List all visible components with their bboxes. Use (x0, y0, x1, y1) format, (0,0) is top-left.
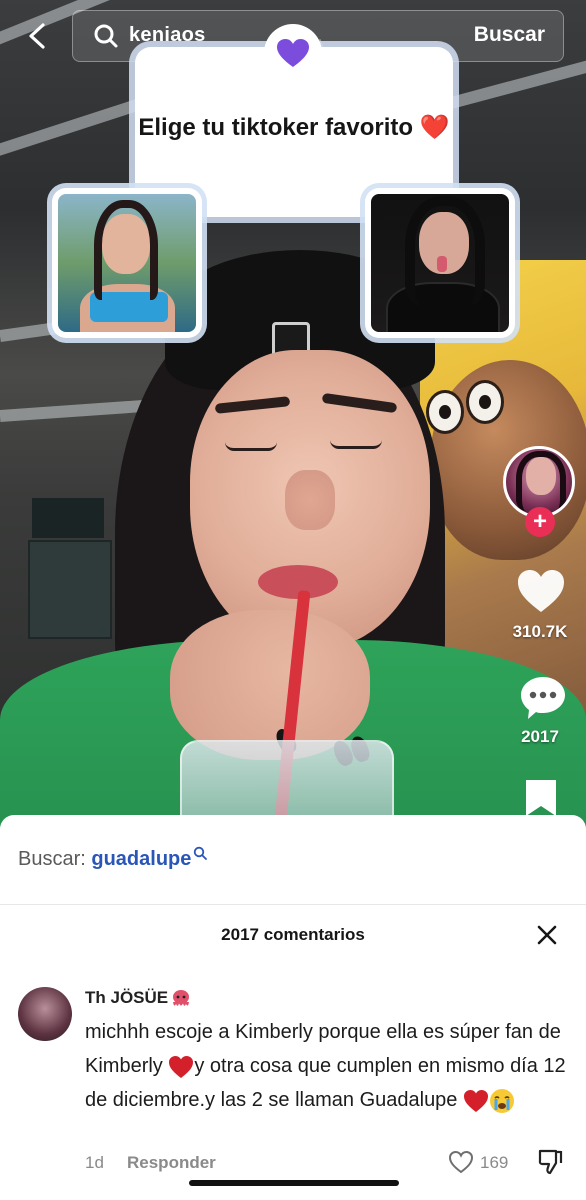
arcade-machine-top (32, 498, 104, 538)
home-indicator (189, 1180, 399, 1186)
commenter-name: Th JÖSÜE (85, 988, 169, 1007)
heart-icon[interactable] (516, 568, 566, 614)
red-heart-emoji-icon (464, 1089, 488, 1112)
poll-option-right[interactable] (365, 188, 515, 338)
poll-title: Elige tu tiktoker favorito ❤️ (138, 114, 450, 141)
poll-option-left[interactable] (52, 188, 202, 338)
commenter-avatar[interactable] (18, 987, 72, 1041)
ceiling-beam (438, 58, 586, 112)
closed-eye (225, 442, 277, 451)
comment-time: 1d (85, 1153, 104, 1172)
divider (0, 904, 586, 905)
chevron-left-icon (29, 23, 45, 49)
bookmark-icon[interactable] (522, 778, 560, 818)
person-nose (285, 470, 335, 530)
thumbs-down-icon[interactable] (537, 1148, 563, 1176)
reply-button[interactable]: Responder (127, 1153, 216, 1173)
follow-button[interactable]: + (525, 507, 555, 537)
comments-title: 2017 comentarios (221, 925, 365, 944)
comments-sheet: Buscar: guadalupe 2017 comentarios Th JÖ… (0, 815, 586, 1200)
search-button[interactable]: Buscar (474, 23, 545, 47)
poll-option-left-photo (58, 194, 196, 332)
poll-heart-badge (264, 24, 322, 82)
crying-face-emoji-icon (490, 1088, 514, 1113)
arcade-machine (28, 540, 112, 639)
octopus-emoji-icon (173, 989, 190, 1006)
back-button[interactable] (22, 20, 52, 52)
heart-outline-icon[interactable] (448, 1150, 474, 1174)
related-search[interactable]: Buscar: guadalupe (18, 846, 208, 871)
purple-heart-icon (277, 39, 309, 67)
comment-count: 2017 (521, 727, 559, 746)
related-search-term[interactable]: guadalupe (91, 848, 191, 870)
closed-eye (330, 440, 382, 449)
related-search-label: Buscar: (18, 848, 86, 870)
commenter-username[interactable]: Th JÖSÜE (85, 988, 192, 1009)
poll-option-right-photo (371, 194, 509, 332)
search-icon (194, 846, 208, 860)
search-query[interactable]: keniaos (129, 24, 206, 47)
like-count: 310.7K (512, 622, 568, 641)
comment-icon[interactable] (518, 674, 568, 722)
comment-text: michhh escoje a Kimberly porque ella es … (85, 1015, 575, 1117)
close-icon[interactable] (534, 922, 560, 948)
person-hand (170, 610, 370, 760)
search-icon (94, 24, 118, 48)
comment-like-count: 169 (480, 1153, 509, 1172)
red-heart-emoji-icon (169, 1055, 194, 1078)
